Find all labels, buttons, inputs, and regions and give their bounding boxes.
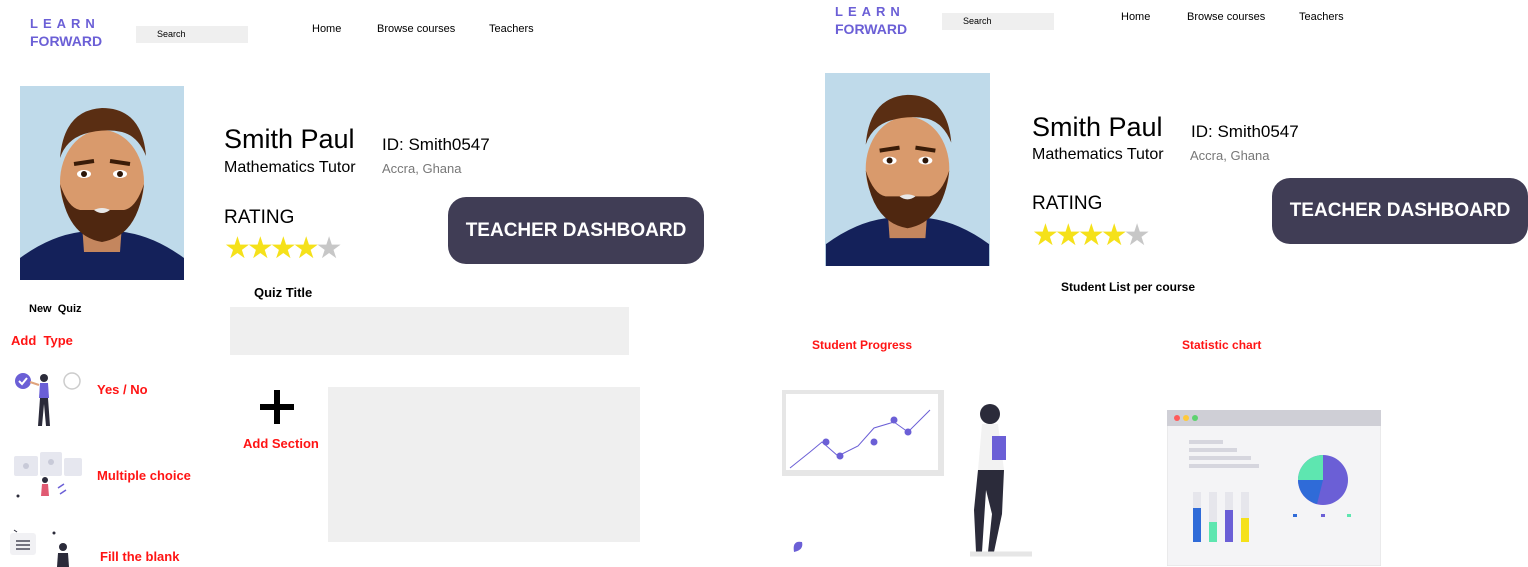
- quiz-title-input[interactable]: [230, 307, 629, 355]
- brand-line2: FORWARD: [835, 21, 908, 37]
- teacher-role: Mathematics Tutor: [224, 159, 356, 176]
- star-icon: ★: [1054, 219, 1082, 252]
- star-icon: ★: [1032, 219, 1059, 252]
- nav-teachers[interactable]: Teachers: [489, 23, 534, 35]
- add-type-label: Add Type: [11, 333, 73, 348]
- nav-browse-courses[interactable]: Browse courses: [377, 23, 455, 35]
- teacher-id: ID: Smith0547: [1191, 122, 1299, 141]
- star-icon: ★: [224, 232, 251, 265]
- brand-logo[interactable]: LEARN FORWARD: [835, 5, 907, 36]
- teacher-role: Mathematics Tutor: [1032, 146, 1164, 163]
- star-rating: ★★★★★: [224, 232, 343, 265]
- nav-teachers[interactable]: Teachers: [1299, 11, 1344, 23]
- type-fill-blank-label[interactable]: Fill the blank: [100, 549, 179, 564]
- brand-line2: FORWARD: [30, 33, 103, 49]
- rating-label: RATING: [1032, 193, 1103, 214]
- search-input[interactable]: Search: [136, 26, 248, 43]
- multiple-choice-icon: [14, 452, 82, 498]
- star-icon: ★: [269, 232, 297, 265]
- nav-home[interactable]: Home: [312, 23, 341, 35]
- student-progress-illustration[interactable]: [780, 388, 1038, 565]
- nav-browse-courses[interactable]: Browse courses: [1187, 11, 1265, 23]
- type-fill-blank-illustration[interactable]: [8, 527, 80, 567]
- quiz-title-label: Quiz Title: [254, 285, 313, 300]
- dashboard-panel: LEARN FORWARD Search Home Browse courses…: [764, 0, 1528, 567]
- type-multiple-choice-label[interactable]: Multiple choice: [97, 468, 191, 483]
- star-icon: ★: [1077, 219, 1105, 252]
- teacher-dashboard-button[interactable]: TEACHER DASHBOARD: [448, 197, 704, 264]
- brand-logo[interactable]: LEARN FORWARD: [30, 17, 102, 48]
- student-progress-link[interactable]: Student Progress: [812, 338, 912, 352]
- fill-blank-icon: [10, 529, 69, 567]
- rating-label: RATING: [224, 207, 295, 228]
- type-multiple-choice-illustration[interactable]: [12, 450, 84, 502]
- add-section-label[interactable]: Add Section: [243, 436, 319, 451]
- teacher-name: Smith Paul: [1032, 112, 1163, 142]
- star-rating: ★★★★★: [1032, 219, 1151, 252]
- avatar: [20, 86, 184, 280]
- teacher-dashboard-button[interactable]: TEACHER DASHBOARD: [1272, 178, 1528, 244]
- new-quiz-label: New Quiz: [29, 303, 82, 315]
- progress-chart-illustration: [780, 388, 1032, 557]
- type-yes-no-label[interactable]: Yes / No: [97, 382, 148, 397]
- yes-no-icon: [15, 372, 81, 426]
- star-icon: ★: [292, 232, 320, 265]
- section-content-box[interactable]: [328, 387, 640, 542]
- plus-icon[interactable]: [258, 388, 296, 426]
- star-icon: ★: [1100, 219, 1128, 252]
- teacher-name: Smith Paul: [224, 124, 355, 154]
- statistic-chart-illustration[interactable]: [1166, 409, 1382, 567]
- type-yes-no-illustration[interactable]: [12, 370, 84, 432]
- star-icon: ★: [1123, 219, 1151, 252]
- teacher-id: ID: Smith0547: [382, 135, 490, 154]
- plus-icon-glyph: [260, 390, 294, 424]
- avatar-illustration: [20, 108, 184, 280]
- star-icon: ★: [315, 232, 343, 265]
- statistic-chart-link[interactable]: Statistic chart: [1182, 338, 1261, 352]
- nav-home[interactable]: Home: [1121, 11, 1150, 23]
- teacher-location: Accra, Ghana: [382, 161, 462, 176]
- quiz-panel: LEARN FORWARD Search Home Browse courses…: [0, 0, 764, 567]
- student-list-link[interactable]: Student List per course: [1061, 280, 1195, 294]
- teacher-location: Accra, Ghana: [1190, 148, 1270, 163]
- brand-line1: LEARN: [835, 4, 905, 19]
- statistic-window-illustration: [1166, 409, 1382, 567]
- brand-line1: LEARN: [30, 16, 100, 31]
- avatar: [825, 73, 990, 266]
- avatar-illustration: [825, 94, 990, 266]
- star-icon: ★: [246, 232, 274, 265]
- search-input[interactable]: Search: [942, 13, 1054, 30]
